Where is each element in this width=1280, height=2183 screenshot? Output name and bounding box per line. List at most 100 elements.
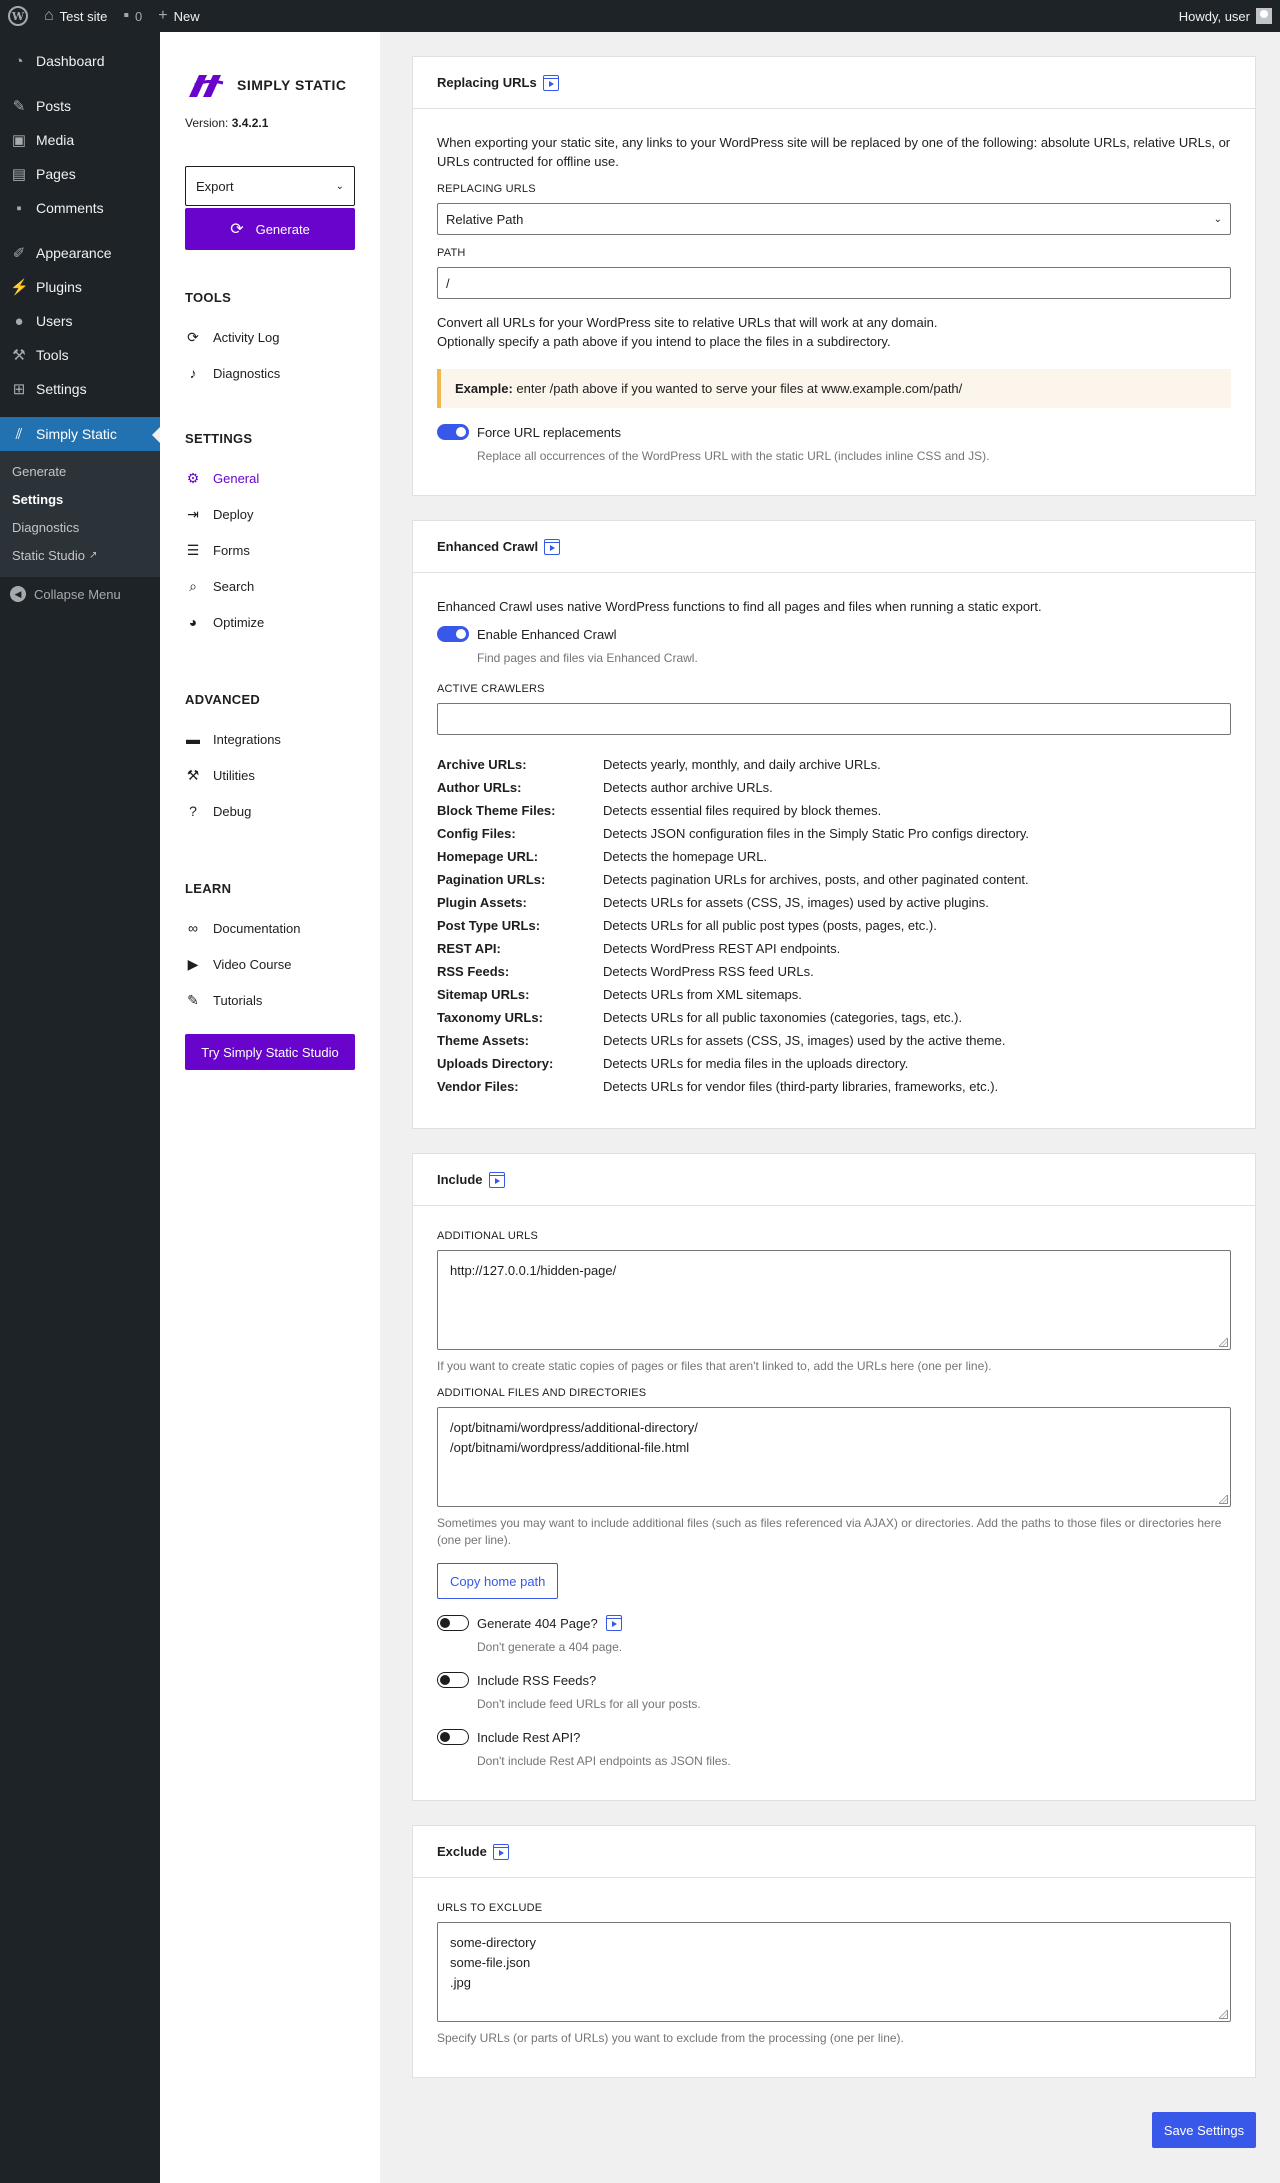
- nav-label: Tutorials: [213, 992, 263, 1008]
- card-header: Include: [413, 1154, 1255, 1206]
- nav-deploy[interactable]: ⇥ Deploy: [185, 496, 355, 532]
- include-rss-toggle[interactable]: [437, 1672, 469, 1688]
- generate-button[interactable]: ⟳ Generate: [185, 208, 355, 250]
- menu-item-settings[interactable]: ⊞ Settings: [0, 372, 160, 406]
- enable-crawl-help: Find pages and files via Enhanced Crawl.: [477, 651, 698, 665]
- submenu-diagnostics[interactable]: Diagnostics: [0, 513, 160, 541]
- version-info: Version: 3.4.2.1: [185, 116, 355, 130]
- submenu-generate[interactable]: Generate: [0, 457, 160, 485]
- export-type-select[interactable]: Export ⌄: [185, 166, 355, 206]
- crawler-description: Detects yearly, monthly, and daily archi…: [603, 757, 881, 772]
- settings-icon: ⊞: [12, 381, 26, 398]
- collapse-menu-button[interactable]: ◀ Collapse Menu: [0, 577, 160, 611]
- submenu-settings[interactable]: Settings: [0, 485, 160, 513]
- new-content-link[interactable]: + New: [150, 0, 207, 32]
- force-replacements-toggle[interactable]: [437, 424, 469, 440]
- menu-label: Dashboard: [36, 53, 105, 69]
- crawler-description: Detects WordPress RSS feed URLs.: [603, 964, 814, 979]
- nav-utilities[interactable]: ⚒ Utilities: [185, 757, 355, 793]
- menu-item-users[interactable]: ● Users: [0, 304, 160, 338]
- crawler-description: Detects URLs for assets (CSS, JS, images…: [603, 895, 989, 910]
- menu-item-media[interactable]: ▣ Media: [0, 123, 160, 157]
- home-icon: ⌂: [44, 7, 54, 24]
- nav-integrations[interactable]: ▬ Integrations: [185, 721, 355, 757]
- include-rest-toggle[interactable]: [437, 1729, 469, 1745]
- crawler-row: Pagination URLs: Detects pagination URLs …: [437, 868, 1231, 891]
- external-link-icon: ↗: [89, 549, 98, 561]
- save-settings-button[interactable]: Save Settings: [1152, 2112, 1256, 2148]
- nav-video-course[interactable]: ▶ Video Course: [185, 946, 355, 982]
- wp-logo-menu[interactable]: W: [0, 0, 36, 32]
- video-tutorial-icon[interactable]: [544, 538, 561, 555]
- menu-item-plugins[interactable]: ⚡ Plugins: [0, 270, 160, 304]
- additional-files-textarea[interactable]: /opt/bitnami/wordpress/additional-direct…: [437, 1407, 1231, 1507]
- additional-urls-label: ADDITIONAL URLS: [437, 1230, 539, 1242]
- urls-to-exclude-help: Specify URLs (or parts of URLs) you want…: [437, 2031, 904, 2045]
- crawler-name: Taxonomy URLs:: [437, 1010, 543, 1025]
- tools-nav: ⟳ Activity Log ♪ Diagnostics: [185, 319, 355, 391]
- video-tutorial-icon[interactable]: [488, 1171, 505, 1188]
- video-tutorial-icon[interactable]: [492, 1843, 509, 1860]
- nav-activity-log[interactable]: ⟳ Activity Log: [185, 319, 355, 355]
- site-name-link[interactable]: ⌂ Test site: [36, 0, 115, 32]
- my-account-menu[interactable]: Howdy, user: [1171, 0, 1280, 32]
- nav-forms[interactable]: ☰ Forms: [185, 532, 355, 568]
- comments-link[interactable]: ▪ 0: [115, 0, 150, 32]
- crawler-description: Detects pagination URLs for archives, po…: [603, 872, 1029, 887]
- nav-debug[interactable]: ? Debug: [185, 793, 355, 829]
- additional-urls-textarea[interactable]: http://127.0.0.1/hidden-page/: [437, 1250, 1231, 1350]
- replacing-urls-select[interactable]: Relative Path ⌄: [437, 203, 1231, 235]
- nav-diagnostics[interactable]: ♪ Diagnostics: [185, 355, 355, 391]
- menu-label: Pages: [36, 166, 76, 182]
- urls-to-exclude-label: URLS TO EXCLUDE: [437, 1902, 543, 1914]
- video-tutorial-icon[interactable]: [605, 1615, 622, 1631]
- crawler-name: Sitemap URLs:: [437, 987, 530, 1002]
- crawler-name: Uploads Directory:: [437, 1056, 554, 1071]
- nav-search[interactable]: ⌕ Search: [185, 568, 355, 604]
- crawler-name: Vendor Files:: [437, 1079, 519, 1094]
- menu-item-pages[interactable]: ▤ Pages: [0, 157, 160, 191]
- menu-item-tools[interactable]: ⚒ Tools: [0, 338, 160, 372]
- include-rest-row: Include Rest API?: [437, 1729, 1231, 1745]
- new-label: New: [173, 8, 200, 24]
- crawler-name: Homepage URL:: [437, 849, 539, 864]
- crawler-row: Block Theme Files: Detects essential file…: [437, 799, 1231, 822]
- wrench-icon: ⚒: [12, 347, 26, 364]
- menu-item-dashboard[interactable]: ◔ Dashboard: [0, 44, 160, 78]
- nav-optimize[interactable]: ◕ Optimize: [185, 604, 355, 640]
- enable-crawl-toggle[interactable]: [437, 626, 469, 642]
- urls-to-exclude-textarea[interactable]: some-directory some-file.json .jpg: [437, 1922, 1231, 2022]
- link-icon: ∞: [188, 920, 198, 936]
- settings-nav: ⚙ General ⇥ Deploy ☰ Forms ⌕ Search ◕ Op…: [185, 460, 355, 640]
- nav-general[interactable]: ⚙ General: [185, 460, 355, 496]
- version-label: Version:: [185, 116, 229, 130]
- crawler-name: Author URLs:: [437, 780, 522, 795]
- path-input[interactable]: /: [437, 267, 1231, 299]
- section-heading-advanced: ADVANCED: [185, 692, 261, 707]
- menu-item-appearance[interactable]: ✐ Appearance: [0, 236, 160, 270]
- generate-404-toggle[interactable]: [437, 1615, 469, 1631]
- menu-item-comments[interactable]: ▪ Comments: [0, 191, 160, 225]
- video-tutorial-icon[interactable]: [542, 74, 559, 91]
- bell-icon: ♪: [189, 365, 197, 381]
- crawl-description: Enhanced Crawl uses native WordPress fun…: [437, 599, 1042, 614]
- copy-home-path-button[interactable]: Copy home path: [437, 1563, 559, 1599]
- menu-item-posts[interactable]: ✎ Posts: [0, 89, 160, 123]
- crawler-row: Config Files: Detects JSON configuration …: [437, 822, 1231, 845]
- submenu-static-studio[interactable]: Static Studio ↗: [0, 541, 160, 569]
- crawler-description: Detects JSON configuration files in the …: [603, 826, 1030, 841]
- learn-nav: ∞ Documentation ▶ Video Course ✎ Tutoria…: [185, 910, 355, 1018]
- crawler-description: Detects URLs for assets (CSS, JS, images…: [603, 1033, 1006, 1048]
- card-title: Include: [437, 1172, 483, 1187]
- comments-count: 0: [135, 8, 143, 24]
- try-studio-button[interactable]: Try Simply Static Studio: [185, 1034, 355, 1070]
- crawler-description: Detects WordPress REST API endpoints.: [603, 941, 841, 956]
- enable-crawl-row: Enable Enhanced Crawl: [437, 626, 1231, 642]
- active-crawlers-input[interactable]: [437, 703, 1231, 735]
- menu-item-simply-static[interactable]: ⫽ Simply Static: [0, 417, 160, 451]
- nav-label: Video Course: [213, 956, 292, 972]
- nav-documentation[interactable]: ∞ Documentation: [185, 910, 355, 946]
- advanced-nav: ▬ Integrations ⚒ Utilities ? Debug: [185, 721, 355, 829]
- nav-tutorials[interactable]: ✎ Tutorials: [185, 982, 355, 1018]
- crawler-row: Vendor Files: Detects URLs for vendor fil…: [437, 1075, 1231, 1098]
